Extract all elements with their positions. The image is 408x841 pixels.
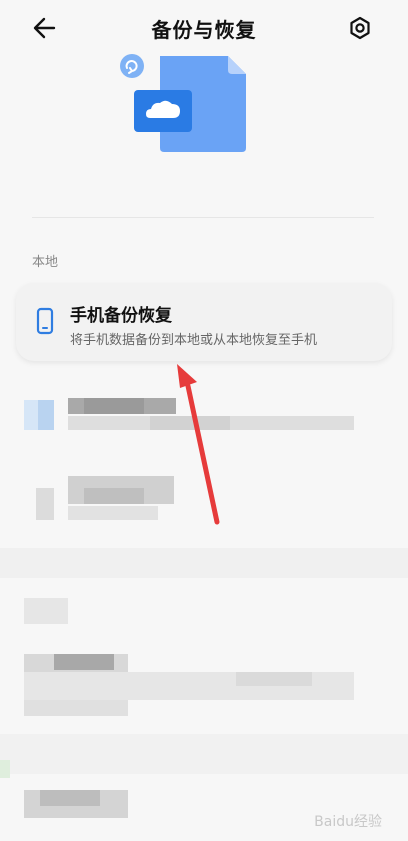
- gear-icon[interactable]: [342, 12, 378, 44]
- backup-illustration: [120, 54, 246, 152]
- blurred-list-area: [0, 362, 408, 841]
- item-title: 手机备份恢复: [70, 306, 172, 326]
- item-subtitle: 将手机数据备份到本地或从本地恢复至手机: [70, 333, 318, 348]
- phone-backup-restore-item[interactable]: 手机备份恢复 将手机数据备份到本地或从本地恢复至手机: [16, 283, 392, 361]
- divider: [32, 217, 374, 218]
- watermark: Baidu经验: [314, 814, 382, 830]
- section-label-local: 本地: [32, 255, 59, 270]
- phone-icon: [36, 307, 54, 335]
